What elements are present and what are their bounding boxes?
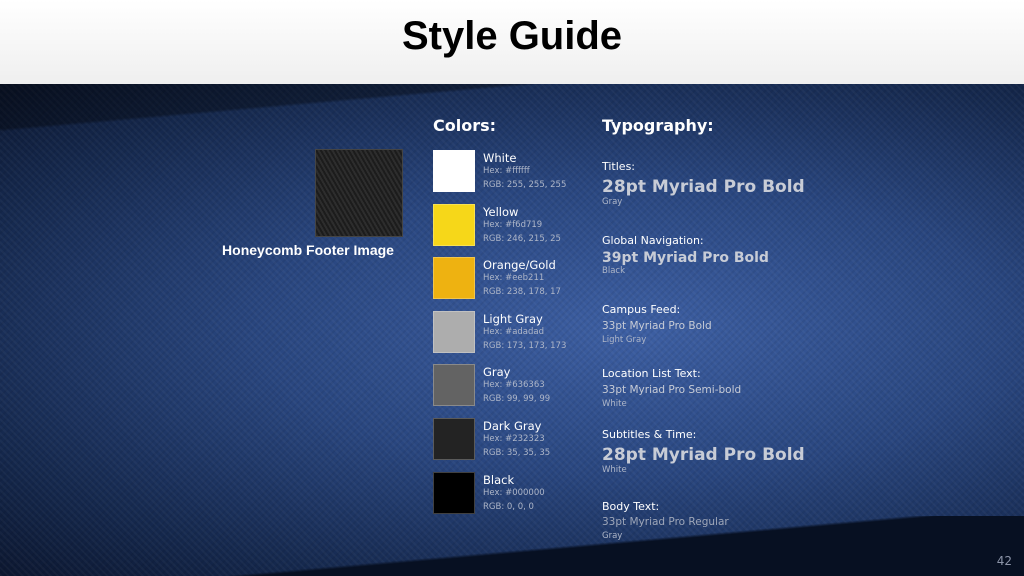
typography-label: Subtitles & Time: <box>602 428 697 441</box>
typography-label: Titles: <box>602 160 636 173</box>
color-item: Light Gray Hex: #adadad RGB: 173, 173, 1… <box>433 310 593 365</box>
color-rgb: RGB: 246, 215, 25 <box>483 233 561 244</box>
typography-heading: Typography: <box>602 116 714 135</box>
color-swatch <box>433 203 475 246</box>
typography-label: Body Text: <box>602 500 660 513</box>
typography-color-note: Gray <box>602 531 623 541</box>
color-rgb: RGB: 99, 99, 99 <box>483 394 551 405</box>
color-swatch <box>433 310 475 353</box>
typography-color-note: Gray <box>602 197 623 207</box>
typography-color-note: White <box>602 399 627 409</box>
color-item: White Hex: #ffffff RGB: 255, 255, 255 <box>433 150 593 204</box>
color-name: Black <box>483 472 515 487</box>
page-title: Style Guide <box>401 14 623 58</box>
colors-heading: Colors: <box>433 116 497 135</box>
typography-sample: 39pt Myriad Pro Bold <box>602 250 769 266</box>
color-swatch <box>433 471 475 514</box>
color-name: Yellow <box>483 204 519 219</box>
color-item: Black Hex: #000000 RGB: 0, 0, 0 <box>433 471 593 526</box>
color-item: Gray Hex: #636363 RGB: 99, 99, 99 <box>433 364 593 418</box>
footer-image-caption: Honeycomb Footer Image <box>222 242 394 258</box>
color-list: White Hex: #ffffff RGB: 255, 255, 255 Ye… <box>433 150 593 525</box>
typography-label: Global Navigation: <box>602 234 704 247</box>
color-swatch <box>433 417 475 460</box>
typography-sample: 33pt Myriad Pro Bold <box>602 320 712 332</box>
typography-item: Campus Feed: 33pt Myriad Pro Bold Light … <box>602 303 982 345</box>
typography-color-note: White <box>602 465 627 475</box>
color-hex: Hex: #000000 <box>483 487 545 498</box>
color-hex: Hex: #636363 <box>483 380 545 391</box>
color-name: Light Gray <box>483 311 543 326</box>
color-rgb: RGB: 35, 35, 35 <box>483 447 551 458</box>
typography-item: Location List Text: 33pt Myriad Pro Semi… <box>602 367 982 409</box>
honeycomb-footer-image <box>316 150 402 236</box>
typography-item: Titles: 28pt Myriad Pro Bold Gray <box>602 160 982 207</box>
typography-item: Global Navigation: 39pt Myriad Pro Bold … <box>602 234 982 276</box>
top-sweep-decoration <box>0 84 1024 144</box>
color-item: Dark Gray Hex: #232323 RGB: 35, 35, 35 <box>433 417 593 472</box>
typography-label: Location List Text: <box>602 367 701 380</box>
typography-sample: 33pt Myriad Pro Semi-bold <box>602 384 742 396</box>
color-rgb: RGB: 173, 173, 173 <box>483 340 567 351</box>
main-panel: Honeycomb Footer Image Colors: Typograph… <box>0 84 1024 576</box>
color-name: Gray <box>483 365 511 380</box>
title-bar: Style Guide <box>0 0 1024 84</box>
typography-color-note: Light Gray <box>602 335 647 345</box>
color-name: Dark Gray <box>483 418 542 433</box>
color-item: Orange/Gold Hex: #eeb211 RGB: 238, 178, … <box>433 257 593 311</box>
color-hex: Hex: #adadad <box>483 326 545 337</box>
typography-item: Body Text: 33pt Myriad Pro Regular Gray <box>602 500 982 541</box>
color-hex: Hex: #eeb211 <box>483 273 545 284</box>
color-rgb: RGB: 0, 0, 0 <box>483 501 534 512</box>
typography-label: Campus Feed: <box>602 303 681 316</box>
color-swatch <box>433 150 475 192</box>
typography-color-note: Black <box>602 266 625 276</box>
color-item: Yellow Hex: #f6d719 RGB: 246, 215, 25 <box>433 203 593 258</box>
color-hex: Hex: #f6d719 <box>483 219 543 230</box>
page-number: 42 <box>996 554 1012 568</box>
typography-sample: 28pt Myriad Pro Bold <box>602 177 805 197</box>
color-name: Orange/Gold <box>483 258 556 273</box>
color-hex: Hex: #232323 <box>483 433 545 444</box>
color-hex: Hex: #ffffff <box>483 166 530 176</box>
typography-sample: 28pt Myriad Pro Bold <box>602 445 805 465</box>
typography-sample: 33pt Myriad Pro Regular <box>602 516 729 528</box>
color-swatch <box>433 257 475 300</box>
color-name: White <box>483 151 517 165</box>
color-rgb: RGB: 238, 178, 17 <box>483 287 561 298</box>
color-swatch <box>433 364 475 407</box>
color-rgb: RGB: 255, 255, 255 <box>483 180 567 190</box>
typography-item: Subtitles & Time: 28pt Myriad Pro Bold W… <box>602 428 982 475</box>
